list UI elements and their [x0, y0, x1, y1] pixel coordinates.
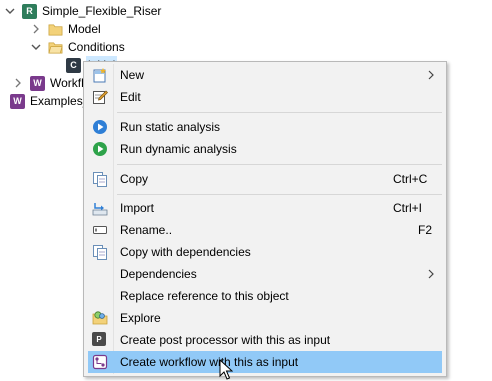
rename-icon	[93, 226, 107, 234]
condition-badge: C	[66, 57, 81, 73]
tree-label-conditions: Conditions	[68, 40, 125, 54]
menu-item-run-static[interactable]: Run static analysis	[88, 116, 442, 138]
menu-item-run-dynamic[interactable]: Run dynamic analysis	[88, 138, 442, 160]
tree-row-conditions[interactable]: Conditions	[30, 38, 125, 56]
workflow-create-icon	[92, 354, 108, 370]
menu-label-post-processor: Create post processor with this as input	[120, 333, 331, 347]
post-processor-icon: P	[92, 332, 108, 348]
menu-separator	[117, 112, 442, 113]
chevron-right-icon[interactable]	[30, 23, 42, 35]
workflow-icon: W	[30, 75, 45, 91]
chevron-down-icon[interactable]	[30, 41, 42, 53]
riser-icon: R	[22, 3, 37, 19]
run-dynamic-icon	[93, 142, 107, 156]
menu-item-replace-reference[interactable]: Replace reference to this object	[88, 285, 442, 307]
menu-label-run-static: Run static analysis	[120, 120, 221, 134]
menu-label-explore: Explore	[120, 311, 161, 325]
explore-icon	[92, 311, 108, 325]
menu-item-rename[interactable]: Rename.. F2	[88, 219, 442, 241]
menu-item-copy-with-dependencies[interactable]: Copy with dependencies	[88, 241, 442, 263]
new-icon	[93, 68, 106, 83]
import-icon	[92, 203, 108, 216]
menu-separator	[117, 194, 442, 195]
mouse-cursor-icon	[219, 359, 233, 380]
tree-label-model: Model	[68, 22, 101, 36]
post-processor-badge: P	[92, 332, 106, 346]
menu-item-import[interactable]: Import Ctrl+I	[88, 197, 442, 219]
edit-icon	[93, 90, 108, 104]
menu-label-replace-ref: Replace reference to this object	[120, 289, 289, 303]
menu-item-create-post-processor[interactable]: P Create post processor with this as inp…	[88, 329, 442, 351]
chevron-down-icon[interactable]	[4, 5, 16, 17]
menu-label-dependencies: Dependencies	[120, 267, 197, 281]
tree-row-root[interactable]: R Simple_Flexible_Riser	[4, 2, 161, 20]
tree-row-model[interactable]: Model	[30, 20, 101, 38]
menu-label-create-workflow: Create workflow with this as input	[120, 355, 299, 369]
menu-label-edit: Edit	[120, 90, 141, 104]
menu-shortcut-rename: F2	[418, 223, 433, 237]
submenu-arrow-icon	[428, 70, 434, 80]
run-static-icon	[93, 120, 107, 134]
submenu-arrow-icon	[428, 269, 434, 279]
menu-item-create-workflow[interactable]: Create workflow with this as input	[88, 351, 442, 373]
menu-label-run-dynamic: Run dynamic analysis	[120, 142, 237, 156]
menu-item-explore[interactable]: Explore	[88, 307, 442, 329]
menu-label-new: New	[120, 68, 145, 82]
tree-label-root: Simple_Flexible_Riser	[42, 4, 162, 18]
menu-label-copy: Copy	[120, 172, 149, 186]
context-menu: New Edit Run static analysis Run dynamic…	[83, 61, 447, 377]
menu-item-copy[interactable]: Copy Ctrl+C	[88, 168, 442, 190]
copy-icon	[93, 172, 107, 187]
menu-label-import: Import	[120, 201, 155, 215]
menu-label-copy-deps: Copy with dependencies	[120, 245, 251, 259]
folder-icon	[48, 23, 63, 35]
menu-item-new[interactable]: New	[88, 64, 442, 86]
chevron-right-icon[interactable]	[12, 77, 24, 89]
examples-badge: W	[10, 93, 25, 109]
tree-row-workflow[interactable]: W Workfl	[12, 74, 84, 92]
tree-label-workflow: Workfl	[50, 76, 84, 90]
menu-separator	[117, 164, 442, 165]
menu-label-rename: Rename..	[120, 223, 173, 237]
copy-icon	[93, 245, 107, 260]
menu-shortcut-copy: Ctrl+C	[393, 172, 428, 186]
menu-item-edit[interactable]: Edit	[88, 86, 442, 108]
tree-label-examples: Examples_	[30, 94, 90, 108]
tree-row-examples[interactable]: W Examples_	[10, 92, 89, 110]
workflow-icon: W	[10, 93, 25, 109]
menu-item-dependencies[interactable]: Dependencies	[88, 263, 442, 285]
workflow-badge: W	[30, 75, 45, 91]
condition-icon: C	[66, 57, 81, 73]
folder-open-icon	[48, 41, 63, 53]
riser-badge: R	[22, 3, 37, 19]
menu-shortcut-import: Ctrl+I	[393, 201, 423, 215]
